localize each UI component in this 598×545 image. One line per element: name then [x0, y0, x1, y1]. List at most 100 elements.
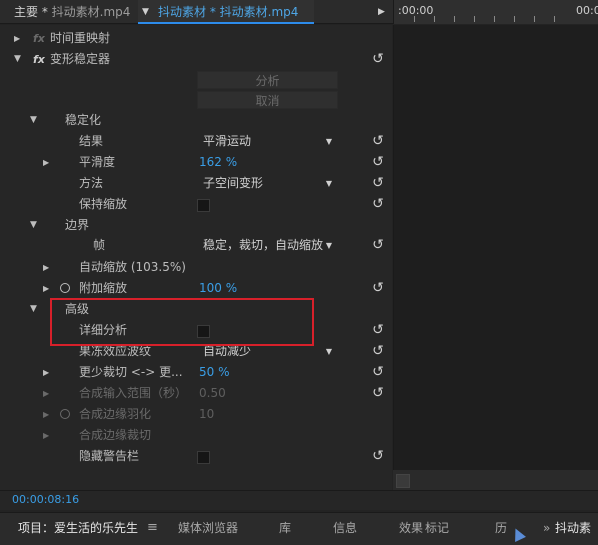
timeline-ruler[interactable]: :00:00 00:0: [393, 0, 598, 24]
crop-less-value[interactable]: 50 %: [199, 362, 230, 383]
smoothness-label: 平滑度: [79, 155, 116, 169]
caret-down-icon: ▼: [325, 179, 332, 188]
reset-icon[interactable]: ↺: [371, 131, 385, 152]
tab-overflow[interactable]: »: [543, 513, 550, 545]
current-timecode[interactable]: 00:00:08:16: [12, 493, 79, 506]
param-hide-warning: 隐藏警告栏 ↺: [0, 446, 392, 467]
caret-down-icon: ▼: [325, 241, 332, 250]
stopwatch-icon[interactable]: [60, 283, 70, 293]
ruler-end-time: 00:0: [576, 4, 598, 17]
param-smoothness: ▶ 平滑度 162 % ↺: [0, 152, 392, 173]
ruler-tick: [414, 16, 415, 22]
cancel-button[interactable]: 取消: [197, 91, 338, 109]
reset-icon[interactable]: ↺: [371, 49, 385, 70]
param-result: 结果 平滑运动 ▼ ↺: [0, 131, 392, 152]
effect-controls-panel: ▶ fx 时间重映射 ▼ fx 变形稳定器 ↺ 分析 取消 ▼ 稳定化 结果 平…: [0, 25, 392, 490]
reset-icon[interactable]: ↺: [371, 341, 385, 362]
ruler-tick: [434, 16, 435, 22]
chevron-down-icon[interactable]: ▼: [142, 0, 149, 24]
reset-icon[interactable]: ↺: [371, 320, 385, 341]
reset-icon[interactable]: ↺: [371, 235, 385, 256]
effect-row-warp-stabilizer[interactable]: ▼ fx 变形稳定器 ↺: [0, 49, 392, 70]
method-label: 方法: [79, 176, 104, 190]
expand-right-icon[interactable]: ▶: [43, 362, 49, 383]
hide-warning-checkbox[interactable]: [197, 451, 210, 464]
warp-stabilizer-label: 变形稳定器: [50, 52, 111, 66]
method-value: 子空间变形: [203, 176, 264, 190]
expand-right-icon[interactable]: ▶: [43, 383, 49, 404]
param-auto-scale: ▶ 自动缩放 (103.5%): [0, 257, 392, 278]
tab-project[interactable]: 项目：爱生活的乐先生: [18, 513, 138, 545]
tab-library[interactable]: 库: [279, 513, 291, 545]
tab-media-browser[interactable]: 媒体浏览器: [178, 513, 238, 545]
tab-effects[interactable]: 效果: [399, 513, 423, 545]
menu-icon[interactable]: ≡: [147, 513, 158, 545]
tab-markers[interactable]: 标记: [425, 513, 449, 545]
additional-scale-label: 附加缩放: [79, 281, 128, 295]
annotation-highlight-box: [50, 298, 314, 346]
reset-icon[interactable]: ↺: [371, 152, 385, 173]
time-remap-label: 时间重映射: [50, 31, 111, 45]
timeline-track-area[interactable]: [393, 25, 598, 490]
param-method: 方法 子空间变形 ▼ ↺: [0, 173, 392, 194]
expand-right-icon[interactable]: ▶: [43, 425, 49, 446]
ruler-tick: [494, 16, 495, 22]
expand-right-icon[interactable]: ▶: [43, 278, 49, 299]
param-crop-less: ▶ 更少裁切 <-> 更... 50 % ↺: [0, 362, 392, 383]
fx-icon: fx: [33, 32, 45, 45]
ruler-tick: [474, 16, 475, 22]
reset-icon[interactable]: ↺: [371, 194, 385, 215]
tab-clip[interactable]: 抖动素材 * 抖动素材.mp4: [158, 0, 298, 24]
preserve-scale-label: 保持缩放: [79, 197, 128, 211]
reset-icon[interactable]: ↺: [371, 383, 385, 404]
stabilization-label: 稳定化: [65, 113, 102, 127]
group-borders[interactable]: ▼ 边界: [0, 215, 392, 236]
frame-label: 帧: [93, 238, 106, 252]
synth-crop-label: 合成边缘裁切: [79, 428, 152, 442]
expand-right-icon[interactable]: ▶: [43, 404, 49, 425]
effect-controls-window: 主要 * 抖动素材.mp4 ▼ 抖动素材 * 抖动素材.mp4 ▶ :00:00…: [0, 0, 598, 545]
rolling-shutter-value: 自动减少: [203, 344, 252, 358]
synth-feather-value: 10: [199, 407, 215, 421]
param-additional-scale: ▶ 附加缩放 100 % ↺: [0, 278, 392, 299]
frame-dropdown[interactable]: 稳定，裁切，自动缩放 ▼: [197, 237, 338, 254]
expand-down-icon[interactable]: ▼: [30, 110, 37, 131]
method-dropdown[interactable]: 子空间变形 ▼: [197, 175, 338, 192]
expand-right-icon[interactable]: ▶: [43, 257, 49, 278]
tab-main-sequence[interactable]: 主要 * 抖动素材.mp4: [14, 0, 130, 24]
ruler-tick: [534, 16, 535, 22]
expand-down-icon[interactable]: ▼: [14, 49, 21, 70]
ruler-tick: [514, 16, 515, 22]
frame-value: 稳定，裁切，自动缩放: [203, 238, 324, 252]
effect-row-time-remap[interactable]: ▶ fx 时间重映射: [0, 28, 392, 49]
timeline-scrollbar[interactable]: [393, 470, 598, 490]
reset-icon[interactable]: ↺: [371, 278, 385, 299]
param-synth-crop: ▶ 合成边缘裁切: [0, 425, 392, 446]
chevron-right-icon[interactable]: ▶: [378, 0, 385, 24]
tab-clip[interactable]: 抖动素: [555, 513, 591, 545]
caret-down-icon: ▼: [325, 137, 332, 146]
status-bar: [0, 490, 598, 510]
group-stabilization[interactable]: ▼ 稳定化: [0, 110, 392, 131]
crop-less-label: 更少裁切 <-> 更...: [79, 365, 183, 379]
hide-warning-label: 隐藏警告栏: [79, 449, 140, 463]
reset-icon[interactable]: ↺: [371, 362, 385, 383]
analyze-button[interactable]: 分析: [197, 71, 338, 89]
reset-icon[interactable]: ↺: [371, 446, 385, 467]
tab-info[interactable]: 信息: [333, 513, 357, 545]
result-value: 平滑运动: [203, 134, 252, 148]
synth-feather-label: 合成边缘羽化: [79, 407, 152, 421]
expand-right-icon[interactable]: ▶: [14, 28, 20, 49]
expand-down-icon[interactable]: ▼: [30, 215, 37, 236]
caret-down-icon: ▼: [325, 347, 332, 356]
additional-scale-value[interactable]: 100 %: [199, 278, 237, 299]
scrollbar-handle[interactable]: [396, 474, 410, 488]
result-dropdown[interactable]: 平滑运动 ▼: [197, 133, 338, 150]
preserve-scale-checkbox[interactable]: [197, 199, 210, 212]
tab-history[interactable]: 历: [495, 513, 507, 545]
fx-icon[interactable]: fx: [33, 49, 45, 70]
reset-icon[interactable]: ↺: [371, 173, 385, 194]
smoothness-value[interactable]: 162 %: [199, 152, 237, 173]
expand-right-icon[interactable]: ▶: [43, 152, 49, 173]
expand-down-icon[interactable]: ▼: [30, 299, 37, 320]
